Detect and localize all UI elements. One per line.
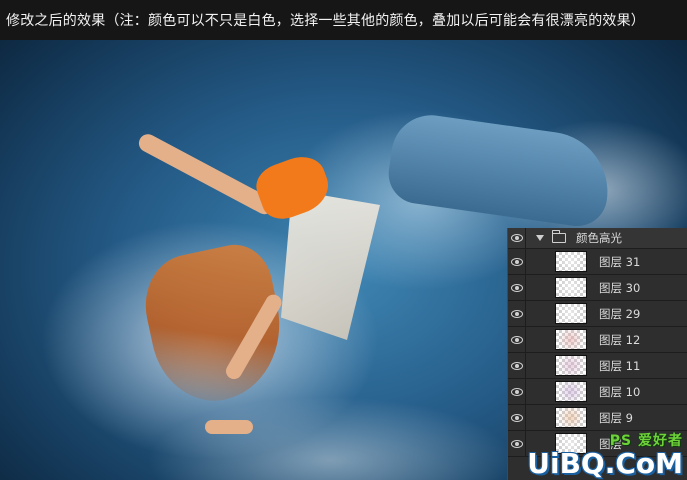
visibility-toggle[interactable] — [508, 379, 526, 404]
layer-thumbnail[interactable] — [555, 381, 587, 402]
layer-thumbnail-tint — [556, 330, 586, 349]
layer-name: 图层 10 — [599, 384, 641, 399]
layer-thumbnail-tint — [556, 434, 586, 453]
dancer-hand — [205, 420, 253, 434]
layer-name: 图层 9 — [599, 410, 633, 425]
layer-thumbnail[interactable] — [555, 329, 587, 350]
layer-thumbnail[interactable] — [555, 251, 587, 272]
layer-name: 图层 31 — [599, 254, 641, 269]
eye-icon — [510, 413, 523, 422]
layer-thumbnail-tint — [556, 408, 586, 427]
expand-arrow-icon[interactable] — [536, 235, 544, 241]
layer-thumbnail-tint — [556, 252, 586, 271]
visibility-toggle[interactable] — [508, 405, 526, 430]
layer-thumbnail-tint — [556, 278, 586, 297]
dancer-hair — [135, 238, 295, 412]
layer-thumbnail-tint — [556, 304, 586, 323]
layer-list: 图层 31 图层 30 图层 29 图层 12 图层 11 图层 10 图层 9 图层 — [508, 249, 687, 457]
eye-icon — [510, 234, 523, 242]
layer-row[interactable]: 图层 10 — [508, 379, 687, 405]
visibility-toggle[interactable] — [508, 327, 526, 352]
eye-icon — [510, 387, 523, 396]
visibility-toggle[interactable] — [508, 353, 526, 378]
layer-thumbnail[interactable] — [555, 433, 587, 454]
visibility-toggle[interactable] — [508, 249, 526, 274]
layer-row[interactable]: 图层 29 — [508, 301, 687, 327]
eye-icon — [510, 283, 523, 292]
layer-row[interactable]: 图层 31 — [508, 249, 687, 275]
caption-text: 修改之后的效果（注：颜色可以不只是白色，选择一些其他的颜色，叠加以后可能会有很漂… — [6, 13, 645, 29]
eye-icon — [510, 309, 523, 318]
dancer-raised-arm — [135, 131, 277, 218]
layer-name: 图层 — [599, 436, 622, 451]
folder-icon — [552, 230, 566, 243]
visibility-toggle[interactable] — [508, 228, 526, 248]
eye-icon — [510, 257, 523, 266]
layer-thumbnail[interactable] — [555, 277, 587, 298]
layer-row[interactable]: 图层 12 — [508, 327, 687, 353]
dancer-jeans — [384, 110, 616, 230]
visibility-toggle[interactable] — [508, 275, 526, 300]
layer-group-name: 颜色高光 — [576, 231, 622, 245]
visibility-toggle[interactable] — [508, 301, 526, 326]
layer-row[interactable]: 图层 30 — [508, 275, 687, 301]
layer-name: 图层 30 — [599, 280, 641, 295]
layer-group-row[interactable]: 颜色高光 — [508, 228, 687, 249]
layer-thumbnail-tint — [556, 356, 586, 375]
layer-name: 图层 11 — [599, 358, 641, 373]
caption-bar: 修改之后的效果（注：颜色可以不只是白色，选择一些其他的颜色，叠加以后可能会有很漂… — [0, 0, 687, 40]
eye-icon — [510, 361, 523, 370]
layers-panel: 颜色高光 图层 31 图层 30 图层 29 图层 12 图层 11 图层 10 图层 9图… — [507, 228, 687, 480]
layer-row[interactable]: 图层 9 — [508, 405, 687, 431]
eye-icon — [510, 335, 523, 344]
layer-thumbnail[interactable] — [555, 407, 587, 428]
visibility-toggle[interactable] — [508, 431, 526, 456]
layer-thumbnail-tint — [556, 382, 586, 401]
layer-name: 图层 29 — [599, 306, 641, 321]
layer-name: 图层 12 — [599, 332, 641, 347]
layer-row[interactable]: 图层 — [508, 431, 687, 457]
layer-thumbnail[interactable] — [555, 355, 587, 376]
eye-icon — [510, 439, 523, 448]
layer-thumbnail[interactable] — [555, 303, 587, 324]
layer-row[interactable]: 图层 11 — [508, 353, 687, 379]
